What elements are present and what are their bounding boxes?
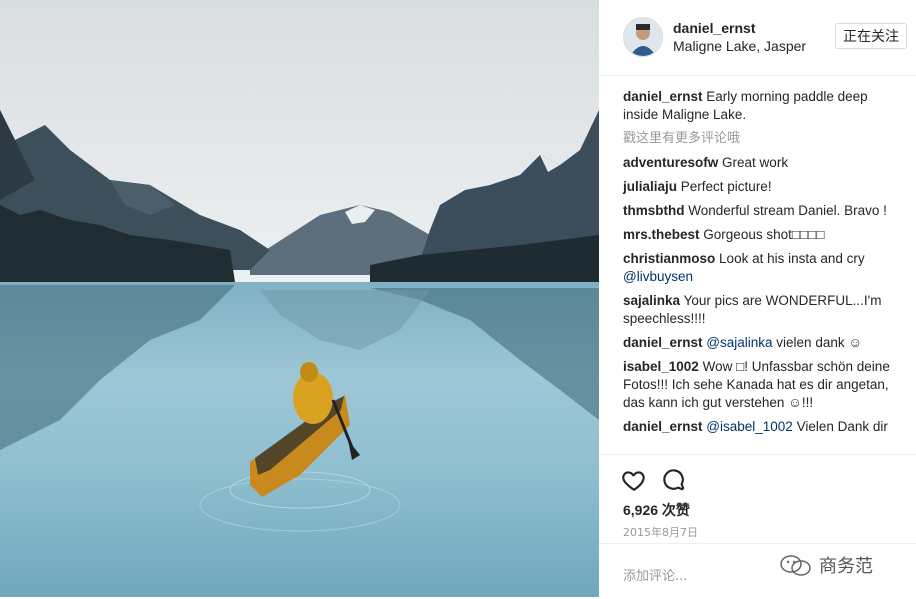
avatar-image (624, 18, 662, 56)
post-username[interactable]: daniel_ernst (673, 20, 755, 36)
comment-mention[interactable]: @isabel_1002 (706, 419, 793, 434)
post-location[interactable]: Maligne Lake, Jasper (673, 38, 806, 54)
comment-text: Great work (722, 155, 789, 170)
comment-text: Look at his insta and cry (719, 251, 865, 266)
post-date: 2015年8月7日 (623, 526, 698, 539)
watermark-text: 商务范 (819, 556, 873, 577)
post-header: daniel_ernst Maligne Lake, Jasper 正在关注 (599, 0, 916, 76)
comment-username[interactable]: christianmoso (623, 251, 715, 266)
comment-item: sajalinka Your pics are WONDERFUL...I'm … (623, 292, 893, 328)
avatar[interactable] (623, 17, 663, 57)
comment-item: mrs.thebest Gorgeous shot□□□□ (623, 226, 893, 244)
heart-icon[interactable] (621, 467, 647, 493)
comment-mention[interactable]: @livbuysen (623, 269, 693, 284)
comment-text: Vielen Dank dir (796, 419, 888, 434)
comment-item: isabel_1002 Wow □! Unfassbar schön deine… (623, 358, 893, 412)
comment-item: adventuresofw Great work (623, 154, 893, 172)
comment-text: Gorgeous shot□□□□ (703, 227, 825, 242)
comment-text: Perfect picture! (680, 179, 772, 194)
comment-username[interactable]: daniel_ernst (623, 335, 703, 350)
add-comment-input[interactable]: 添加评论... (623, 565, 687, 584)
comment-username[interactable]: daniel_ernst (623, 89, 703, 104)
comment-item: daniel_ernst @sajalinka vielen dank ☺ (623, 334, 893, 352)
comment-username[interactable]: mrs.thebest (623, 227, 700, 242)
more-comments-link[interactable]: 戳这里有更多评论哦 (623, 130, 893, 148)
following-button[interactable]: 正在关注 (835, 23, 907, 49)
add-comment-bar: 添加评论... 商务范 (599, 543, 916, 599)
comments-list: daniel_ernst Early morning paddle deep i… (623, 88, 893, 442)
like-count[interactable]: 6,926 次赞 (623, 500, 690, 520)
comment-item: christianmoso Look at his insta and cry … (623, 250, 893, 286)
post-actions: 6,926 次赞 2015年8月7日 添加评论... 商务范 (599, 454, 916, 598)
comment-item: thmsbthd Wonderful stream Daniel. Bravo … (623, 202, 893, 220)
watermark: 商务范 (779, 552, 873, 578)
comment-username[interactable]: isabel_1002 (623, 359, 699, 374)
comment-item: julialiaju Perfect picture! (623, 178, 893, 196)
comment-text: Wonderful stream Daniel. Bravo ! (688, 203, 887, 218)
comment-username[interactable]: julialiaju (623, 179, 677, 194)
wechat-icon (780, 555, 811, 576)
comment-username[interactable]: daniel_ernst (623, 419, 703, 434)
comment-item: daniel_ernst @isabel_1002 Vielen Dank di… (623, 418, 893, 436)
comment-username[interactable]: adventuresofw (623, 155, 718, 170)
canoe-lake-image (0, 0, 599, 597)
comment-text: vielen dank ☺ (776, 335, 863, 350)
post-photo[interactable] (0, 0, 599, 597)
comment-icon[interactable] (661, 467, 687, 493)
comment-username[interactable]: thmsbthd (623, 203, 685, 218)
comment-username[interactable]: sajalinka (623, 293, 680, 308)
caption: daniel_ernst Early morning paddle deep i… (623, 88, 893, 124)
comment-mention[interactable]: @sajalinka (706, 335, 772, 350)
post-side-panel: daniel_ernst Maligne Lake, Jasper 正在关注 d… (599, 0, 916, 597)
